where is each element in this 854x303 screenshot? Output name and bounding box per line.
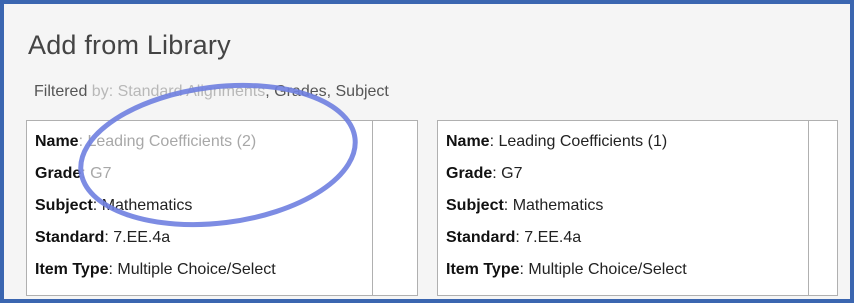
item-fields: Name: Leading Coefficients (1) Grade: G7… xyxy=(446,133,687,293)
standard-value: : 7.EE.4a xyxy=(104,229,171,246)
standard-value: : 7.EE.4a xyxy=(515,229,582,246)
grade-label: Grade xyxy=(446,165,493,182)
subject-label: Subject xyxy=(446,197,504,214)
item-type-value: : Multiple Choice/Select xyxy=(519,261,687,278)
grade-label: Grade xyxy=(35,165,82,182)
filter-summary: Filtered by: Standard Alignments, Grades… xyxy=(34,83,389,101)
item-type-label: Item Type xyxy=(35,261,109,278)
item-type-value: : Multiple Choice/Select xyxy=(108,261,276,278)
item-fields: Name: Leading Coefficients (2) Grade: G7… xyxy=(35,133,276,293)
standard-label: Standard xyxy=(446,229,516,246)
name-value: : Leading Coefficients (2) xyxy=(78,133,257,150)
standard-label: Standard xyxy=(35,229,105,246)
subject-label: Subject xyxy=(35,197,93,214)
dialog-title: Add from Library xyxy=(28,30,231,60)
item-standard-row: Standard: 7.EE.4a xyxy=(35,229,276,261)
card-action-divider xyxy=(372,121,373,295)
library-item-card[interactable]: Name: Leading Coefficients (2) Grade: G7… xyxy=(26,120,418,296)
grade-value: : G7 xyxy=(81,165,112,182)
filter-standard-alignments: by: Standard Alignments xyxy=(87,83,266,100)
name-label: Name xyxy=(35,133,79,150)
item-type-label: Item Type xyxy=(446,261,520,278)
item-name-row: Name: Leading Coefficients (2) xyxy=(35,133,276,165)
filter-grades-subject: , Grades, Subject xyxy=(265,83,389,100)
item-grade-row: Grade: G7 xyxy=(35,165,276,197)
item-name-row: Name: Leading Coefficients (1) xyxy=(446,133,687,165)
grade-value: : G7 xyxy=(492,165,523,182)
name-label: Name xyxy=(446,133,490,150)
item-standard-row: Standard: 7.EE.4a xyxy=(446,229,687,261)
library-item-card[interactable]: Name: Leading Coefficients (1) Grade: G7… xyxy=(437,120,838,296)
subject-value: : Mathematics xyxy=(92,197,193,214)
item-subject-row: Subject: Mathematics xyxy=(446,197,687,229)
card-action-divider xyxy=(808,121,809,295)
item-grade-row: Grade: G7 xyxy=(446,165,687,197)
name-value: : Leading Coefficients (1) xyxy=(489,133,668,150)
filter-prefix: Filtered xyxy=(34,83,88,100)
item-subject-row: Subject: Mathematics xyxy=(35,197,276,229)
item-type-row: Item Type: Multiple Choice/Select xyxy=(35,261,276,293)
add-from-library-dialog: Add from Library Filtered by: Standard A… xyxy=(0,0,854,303)
subject-value: : Mathematics xyxy=(503,197,604,214)
item-type-row: Item Type: Multiple Choice/Select xyxy=(446,261,687,293)
